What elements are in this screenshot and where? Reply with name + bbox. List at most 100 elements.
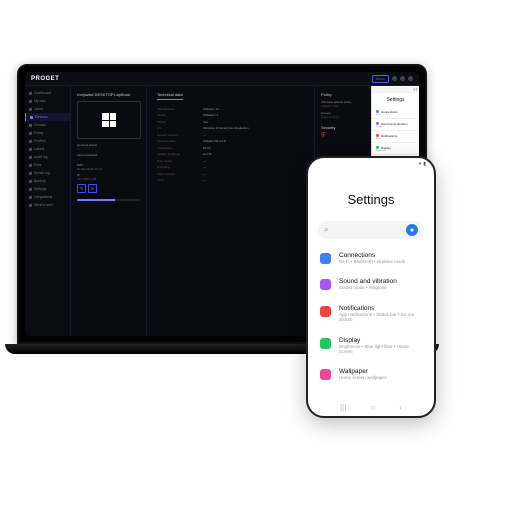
user-icon[interactable] (400, 76, 405, 81)
settings-item[interactable]: Sound and vibrationSound mode • Ringtone (308, 271, 434, 297)
avatar[interactable]: ● (406, 224, 418, 236)
windows-icon (102, 113, 116, 127)
category-icon (320, 369, 331, 380)
device-thumbnail (77, 101, 141, 139)
phone-frame: ▾▮ Settings ⌕ ● ConnectionsWi-Fi • Bluet… (306, 156, 436, 418)
tablet-item[interactable]: NotificationsBlock (372, 131, 419, 143)
tech-row: System version— (157, 133, 304, 137)
nav-icon (29, 140, 32, 143)
category-icon (376, 146, 379, 149)
nav-icon (29, 132, 32, 135)
phone-statusbar: ▾▮ (308, 158, 434, 170)
nav-icon (29, 108, 32, 111)
tech-row: Free space— (157, 159, 304, 163)
battery-icon: ▮ (423, 161, 426, 167)
bell-icon[interactable] (392, 76, 397, 81)
meta-row: Last connected— (77, 153, 140, 161)
device-actions: ✎ ⟳ (77, 184, 140, 193)
nav-icon (29, 100, 32, 103)
tablet-title: Settings (372, 97, 419, 103)
tech-row: System languageen-US (157, 152, 304, 156)
meta-row: IP192.168.8.126 (77, 173, 140, 181)
sidebar-item-devices[interactable]: Devices (25, 113, 70, 121)
tablet-item[interactable]: DisplayBrightness (372, 143, 419, 155)
sidebar-item-integrations[interactable]: Integrations (25, 193, 70, 201)
tech-row: Architecture64-bit (157, 146, 304, 150)
category-icon (376, 134, 379, 137)
security-title: Security (321, 125, 365, 130)
search-icon: ⌕ (324, 225, 328, 235)
sidebar-item-groups[interactable]: Groups (25, 121, 70, 129)
tech-row: Client version— (157, 172, 304, 176)
phone-search[interactable]: ⌕ ● (318, 221, 424, 239)
nav-icon (29, 92, 32, 95)
technical-title: Technical data (157, 92, 183, 100)
sidebar-item-audit-log[interactable]: Audit log (25, 153, 70, 161)
storage-bar (77, 199, 140, 201)
edit-button[interactable]: ✎ (77, 184, 86, 193)
category-icon (376, 122, 379, 125)
sidebar-item-settings[interactable]: Settings (25, 185, 70, 193)
technical-panel: Technical data ManufacturerVMware, Inc Mo… (147, 86, 315, 336)
sidebar-item-users[interactable]: Users (25, 105, 70, 113)
menu-icon[interactable] (408, 76, 413, 81)
sidebar-item-dashboard[interactable]: Dashboard (25, 89, 70, 97)
nav-icon (29, 204, 32, 207)
wifi-icon: ▾ (419, 161, 422, 167)
tech-row: ModelVMware7,1 (157, 113, 304, 117)
nav-icon (29, 188, 32, 191)
tech-row: Serial numberVMware-56 4d 3f (157, 139, 304, 143)
sidebar-item-backup[interactable]: Backup (25, 177, 70, 185)
device-title: Krzysztof DESKTOP.LapBook (77, 92, 140, 97)
tech-row: ManufacturerVMware, Inc (157, 107, 304, 111)
brand-logo: PROGET (31, 76, 59, 82)
settings-item[interactable]: DisplayBrightness • Blue light filter • … (308, 330, 434, 362)
sync-button[interactable]: ⟳ (88, 184, 97, 193)
sidebar: DashboardMy cartUsersDevicesGroupsPolicy… (25, 86, 71, 336)
nav-icon (29, 148, 32, 151)
category-icon (320, 279, 331, 290)
nav-icon (29, 124, 32, 127)
tablet-item[interactable]: ConnectionsWi-Fi (372, 107, 419, 119)
sidebar-item-files[interactable]: Files (25, 161, 70, 169)
meta-row: MAC00-0C-29-56-67-17 (77, 163, 140, 171)
sidebar-item-profiles[interactable]: Profiles (25, 137, 70, 145)
policy-item[interactable]: Groups (321, 111, 365, 115)
settings-item[interactable]: WallpaperHome screen wallpaper (308, 361, 434, 387)
nav-icon (29, 180, 32, 183)
tablet-statusbar: ▮ ▮ (372, 86, 419, 93)
settings-item[interactable]: NotificationsApp notifications • Status … (308, 298, 434, 330)
sidebar-item-policy[interactable]: Policy (25, 129, 70, 137)
sidebar-item-labels[interactable]: Labels (25, 145, 70, 153)
category-icon (320, 253, 331, 264)
nav-icon (29, 164, 32, 167)
tech-row: Encoding— (157, 165, 304, 169)
app-topbar: PROGET Demo (25, 72, 419, 86)
topbar-right: Demo (372, 75, 413, 83)
nav-home[interactable]: ○ (370, 403, 375, 412)
phone-navbar: ||| ○ ‹ (308, 403, 434, 412)
sidebar-item-server-log[interactable]: Server log (25, 169, 70, 177)
phone-title: Settings (308, 192, 434, 207)
nav-icon (29, 196, 32, 199)
category-icon (320, 306, 331, 317)
demo-chip[interactable]: Demo (372, 75, 389, 83)
policy-title: Policy (321, 92, 365, 97)
nav-back[interactable]: ‹ (399, 403, 402, 412)
policy-item[interactable]: Windows default policy (321, 100, 365, 104)
settings-item[interactable]: ConnectionsWi-Fi • Bluetooth • Airplane … (308, 245, 434, 271)
nav-recent[interactable]: ||| (340, 403, 346, 412)
category-icon (320, 338, 331, 349)
tech-row: VirtualYes (157, 120, 304, 124)
nav-icon (30, 116, 33, 119)
device-card: Krzysztof DESKTOP.LapBook Connect status… (71, 86, 147, 336)
tech-row: OSWindows 10 Enterprise Evaluation (157, 126, 304, 130)
meta-row: Connect status— (77, 143, 140, 151)
category-icon (376, 110, 379, 113)
tablet-item[interactable]: Sound and vibrationVolume (372, 119, 419, 131)
shield-icon: ⛨ (321, 133, 365, 140)
nav-icon (29, 156, 32, 159)
nav-icon (29, 172, 32, 175)
sidebar-item-my-cart[interactable]: My cart (25, 97, 70, 105)
sidebar-item-what-s-new-[interactable]: What's new? (25, 201, 70, 209)
